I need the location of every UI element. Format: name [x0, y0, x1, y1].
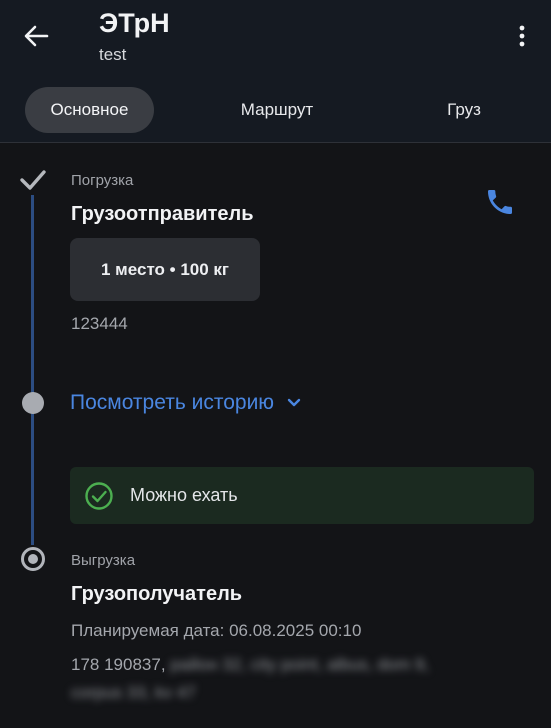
timeline-radio-icon: [21, 547, 45, 571]
checkmark-icon: [20, 170, 46, 190]
page-title: ЭТрН: [99, 8, 170, 38]
page-subtitle: test: [99, 45, 127, 64]
planned-date: Планируемая дата: 06.08.2025 00:10: [71, 621, 362, 640]
view-history-label: Посмотреть историю: [70, 391, 275, 414]
loading-code: 123444: [71, 314, 128, 333]
call-button[interactable]: [484, 186, 516, 218]
phone-icon: [488, 190, 512, 214]
timeline-dot: [22, 392, 44, 414]
consignee-title: Грузополучатель: [71, 583, 243, 605]
more-menu-button[interactable]: [508, 20, 536, 52]
more-vert-icon: [519, 25, 525, 47]
timeline-line: [31, 195, 34, 545]
status-label: Можно ехать: [130, 485, 238, 505]
tab-main[interactable]: Основное: [25, 87, 154, 133]
arrow-left-icon: [24, 25, 49, 47]
address-line-2: corpus 33, kv 47: [71, 683, 196, 702]
shipper-title: Грузоотправитель: [71, 203, 254, 225]
chevron-down-icon: [287, 398, 301, 407]
address-blurred: район 32, city point, albus, dom 9,: [170, 655, 430, 674]
check-circle-icon: [85, 481, 113, 510]
back-button[interactable]: [18, 20, 54, 52]
cargo-chip: 1 место • 100 кг: [70, 238, 260, 301]
view-history-link[interactable]: Посмотреть историю: [70, 388, 302, 418]
address-visible: 178 190837,: [71, 655, 166, 674]
tab-route[interactable]: Маршрут: [216, 87, 338, 133]
tab-bar: Основное Маршрут Груз: [0, 87, 551, 133]
tab-cargo[interactable]: Груз: [426, 87, 502, 133]
status-banner: Можно ехать: [70, 467, 534, 524]
app-header: ЭТрН test Основное Маршрут Груз: [0, 0, 551, 143]
unloading-caption: Выгрузка: [71, 552, 136, 569]
loading-caption: Погрузка: [71, 172, 134, 189]
address-line-1: 178 190837, район 32, city point, albus,…: [71, 655, 429, 675]
